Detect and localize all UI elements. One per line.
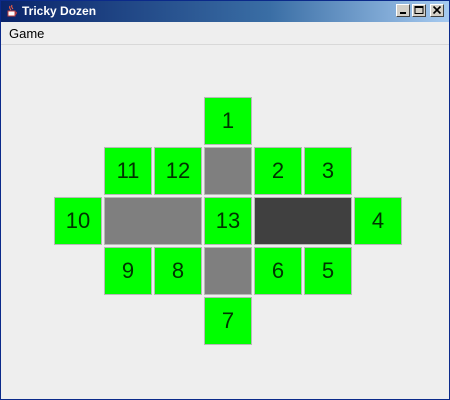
tile-7[interactable]: 7	[204, 297, 252, 345]
minimize-icon	[400, 12, 406, 14]
tile-1[interactable]: 1	[204, 97, 252, 145]
tile-3[interactable]: 3	[304, 147, 352, 195]
window-title: Tricky Dozen	[22, 4, 97, 18]
maximize-button[interactable]	[412, 4, 426, 17]
close-icon	[432, 5, 442, 15]
tile-6[interactable]: 6	[254, 247, 302, 295]
menu-bar: Game	[1, 22, 449, 45]
tile-10[interactable]: 10	[54, 197, 102, 245]
app-window: Tricky Dozen Game 1 2 3 4 5 6 7 8 9 10 1…	[0, 0, 450, 400]
tile-12[interactable]: 12	[154, 147, 202, 195]
tile-5[interactable]: 5	[304, 247, 352, 295]
tile-8[interactable]: 8	[154, 247, 202, 295]
tile-4[interactable]: 4	[354, 197, 402, 245]
tile-2[interactable]: 2	[254, 147, 302, 195]
tile-11[interactable]: 11	[104, 147, 152, 195]
java-cup-icon	[5, 4, 19, 18]
title-bar[interactable]: Tricky Dozen	[1, 1, 449, 22]
tile-13[interactable]: 13	[204, 197, 252, 245]
menu-game[interactable]: Game	[9, 26, 44, 41]
game-board: 1 2 3 4 5 6 7 8 9 10 11 12 13	[1, 45, 449, 399]
empty-slot-top	[204, 147, 252, 195]
tile-9[interactable]: 9	[104, 247, 152, 295]
empty-slot-right	[254, 197, 352, 245]
empty-slot-left	[104, 197, 202, 245]
maximize-icon	[414, 6, 424, 14]
empty-slot-bottom	[204, 247, 252, 295]
minimize-button[interactable]	[396, 4, 410, 17]
close-button[interactable]	[430, 4, 444, 17]
